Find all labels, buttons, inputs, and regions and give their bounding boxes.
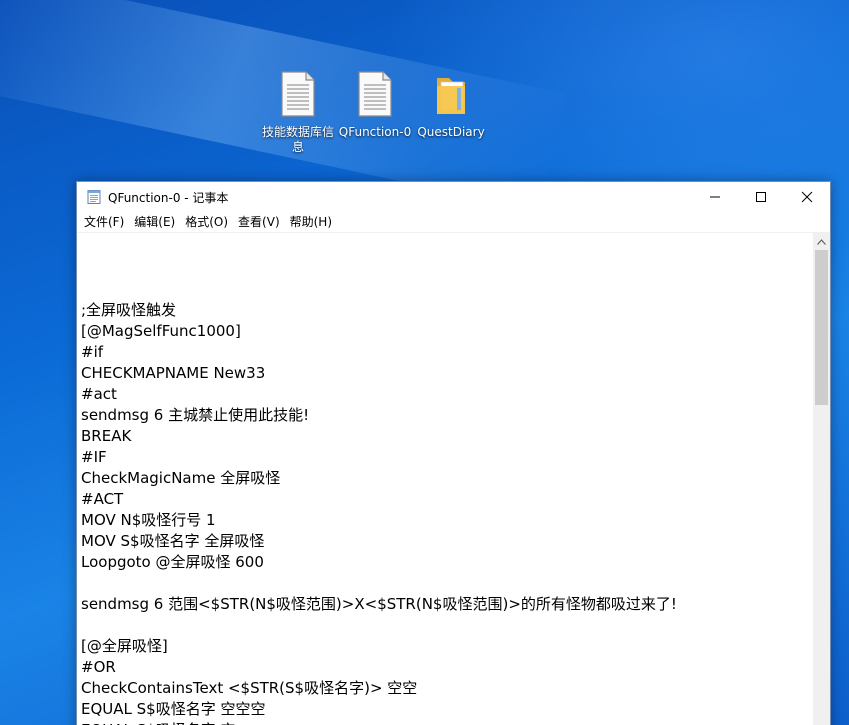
editor-area: ;全屏吸怪触发 [@MagSelfFunc1000] #if CHECKMAPNAME… bbox=[77, 233, 830, 725]
scrollbar-thumb[interactable] bbox=[815, 250, 828, 405]
desktop-icon-qfunction[interactable]: QFunction-0 bbox=[337, 70, 413, 140]
notepad-window: QFunction-0 - 记事本 文件(F) 编辑(E) 格式(O) 查看(V… bbox=[76, 181, 831, 725]
text-line: sendmsg 6 范围<$STR(N$吸怪范围)>X<$STR(N$吸怪范围)… bbox=[81, 595, 677, 613]
minimize-button[interactable] bbox=[692, 182, 738, 212]
text-line: BREAK bbox=[81, 427, 132, 445]
text-file-icon bbox=[281, 71, 315, 117]
text-line bbox=[81, 279, 813, 300]
text-line: #if bbox=[81, 343, 104, 361]
text-line: #ACT bbox=[81, 490, 124, 508]
text-line: ;全屏吸怪触发 bbox=[81, 301, 177, 319]
desktop-icon-label: 技能数据库信息 bbox=[261, 125, 334, 154]
text-line: [@全屏吸怪] bbox=[81, 637, 168, 655]
desktop-icon-skill-db[interactable]: 技能数据库信息 bbox=[260, 70, 336, 155]
text-file-icon bbox=[358, 71, 392, 117]
menu-file[interactable]: 文件(F) bbox=[79, 212, 129, 232]
text-editor[interactable]: ;全屏吸怪触发 [@MagSelfFunc1000] #if CHECKMAPNAME… bbox=[77, 233, 813, 725]
folder-icon bbox=[437, 78, 465, 114]
window-title: QFunction-0 - 记事本 bbox=[108, 190, 229, 205]
maximize-button[interactable] bbox=[738, 182, 784, 212]
menu-format[interactable]: 格式(O) bbox=[180, 212, 233, 232]
text-line: EQUAL S$吸怪名字 空空空 bbox=[81, 700, 266, 718]
text-line bbox=[81, 258, 813, 279]
minimize-icon bbox=[710, 196, 720, 198]
close-button[interactable] bbox=[784, 182, 830, 212]
maximize-icon bbox=[756, 192, 766, 202]
text-line: #OR bbox=[81, 658, 116, 676]
vertical-scrollbar[interactable] bbox=[813, 233, 830, 725]
text-line: [@MagSelfFunc1000] bbox=[81, 322, 241, 340]
desktop: 技能数据库信息 QFunction-0 QuestDiary QFunction… bbox=[0, 0, 849, 725]
notepad-icon bbox=[87, 190, 101, 204]
menu-bar: 文件(F) 编辑(E) 格式(O) 查看(V) 帮助(H) bbox=[77, 212, 830, 233]
menu-view[interactable]: 查看(V) bbox=[233, 212, 285, 232]
text-line: CHECKMAPNAME New33 bbox=[81, 364, 266, 382]
text-line bbox=[81, 615, 813, 636]
desktop-icon-label: QuestDiary bbox=[417, 125, 485, 139]
text-line bbox=[81, 237, 813, 258]
scroll-up-button[interactable] bbox=[813, 233, 830, 250]
menu-help[interactable]: 帮助(H) bbox=[285, 212, 337, 232]
text-line: Loopgoto @全屏吸怪 600 bbox=[81, 553, 264, 571]
text-line: MOV S$吸怪名字 全屏吸怪 bbox=[81, 532, 265, 550]
desktop-icon-label: QFunction-0 bbox=[338, 125, 412, 139]
menu-edit[interactable]: 编辑(E) bbox=[129, 212, 180, 232]
text-line: CheckContainsText <$STR(S$吸怪名字)> 空空 bbox=[81, 679, 418, 697]
text-line: EQUAL S$吸怪名字 空 bbox=[81, 720, 813, 725]
chevron-up-icon bbox=[817, 238, 826, 245]
close-icon bbox=[801, 191, 813, 203]
text-line: MOV N$吸怪行号 1 bbox=[81, 511, 216, 529]
text-line: sendmsg 6 主城禁止使用此技能! bbox=[81, 406, 310, 424]
desktop-icon-questdiary[interactable]: QuestDiary bbox=[413, 70, 489, 140]
title-bar[interactable]: QFunction-0 - 记事本 bbox=[77, 182, 830, 212]
text-line: #IF bbox=[81, 448, 107, 466]
text-line: #act bbox=[81, 385, 117, 403]
text-line: CheckMagicName 全屏吸怪 bbox=[81, 469, 281, 487]
text-line bbox=[81, 573, 813, 594]
